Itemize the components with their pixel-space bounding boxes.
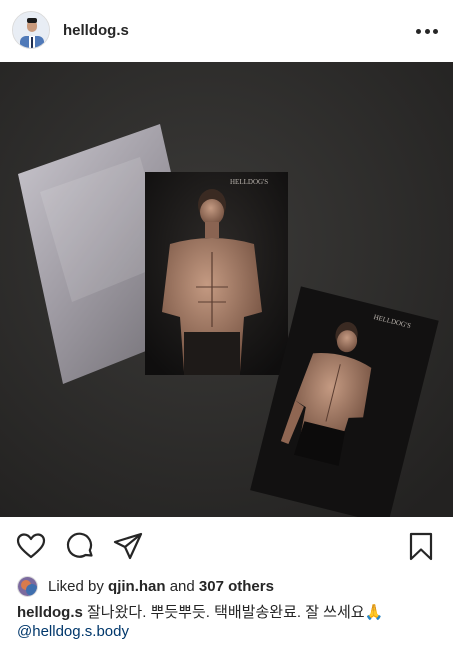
profile-avatar[interactable]: [12, 11, 50, 49]
comment-bubble-icon[interactable]: [64, 530, 96, 562]
post-header: helldog.s: [0, 0, 453, 62]
liker-avatar[interactable]: [17, 575, 38, 597]
post-username[interactable]: helldog.s: [63, 22, 129, 39]
caption-truncated-line: ........ .... ...... ..... ..... ...: [17, 645, 167, 649]
likes-others-count[interactable]: 307 others: [199, 578, 274, 595]
heart-icon[interactable]: [15, 530, 47, 562]
brand-label-1: HELLDOG'S: [230, 178, 268, 186]
bookmark-icon[interactable]: [405, 530, 437, 562]
photo-card-front: HELLDOG'S: [145, 172, 288, 375]
likes-connector: and: [165, 577, 199, 595]
likes-summary: Liked by qjin.han and 307 others: [17, 575, 274, 597]
more-options-icon[interactable]: [416, 29, 438, 35]
likes-prefix: Liked by: [48, 577, 109, 595]
post-photo[interactable]: HELLDOG'S HELLDOG'S: [0, 62, 453, 517]
post-caption: helldog.s 잘나왔다. 뿌듯뿌듯. 택배발송완료. 잘 쓰세요🙏: [17, 601, 383, 622]
caption-mention-link[interactable]: @helldog.s.body: [17, 623, 129, 640]
paper-plane-icon[interactable]: [112, 530, 144, 562]
caption-username[interactable]: helldog.s: [17, 604, 83, 621]
caption-text: 잘나왔다. 뿌듯뿌듯. 택배발송완료. 잘 쓰세요🙏: [82, 604, 384, 621]
post-actions: [0, 526, 453, 566]
liker-username[interactable]: qjin.han: [108, 578, 166, 595]
